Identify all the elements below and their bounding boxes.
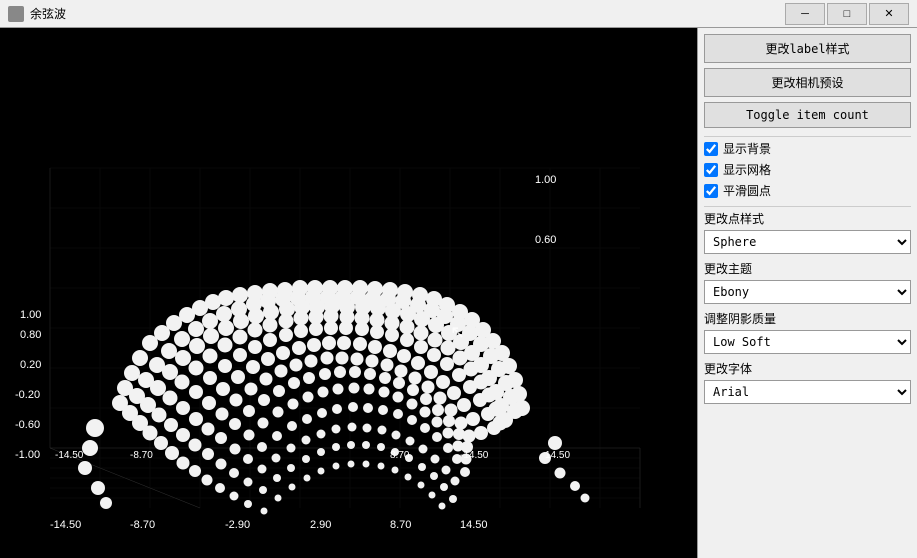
svg-text:1.00: 1.00 <box>20 309 41 321</box>
svg-text:8.70: 8.70 <box>390 450 410 461</box>
point-style-label: 更改点样式 <box>704 210 911 227</box>
svg-text:8.70: 8.70 <box>390 519 411 531</box>
divider-2 <box>704 206 911 207</box>
show-background-checkbox[interactable] <box>704 142 718 156</box>
svg-text:↖: ↖ <box>450 322 465 342</box>
svg-text:-2.90: -2.90 <box>225 519 250 531</box>
title-bar-left: 余弦波 <box>8 5 66 22</box>
svg-text:0.80: 0.80 <box>20 329 41 341</box>
divider-1 <box>704 136 911 137</box>
main-area: 1.00 0.60 1.00 0.80 0.20 -0.20 -0.60 -1.… <box>0 28 917 558</box>
svg-text:-0.20: -0.20 <box>15 389 40 401</box>
title-bar-controls: ─ □ ✕ <box>785 3 909 25</box>
point-style-select[interactable]: Sphere Box Circle <box>704 230 911 254</box>
font-select[interactable]: Arial Times New Roman Courier <box>704 380 911 404</box>
close-button[interactable]: ✕ <box>869 3 909 25</box>
shadow-quality-select[interactable]: Low Soft High Medium Off <box>704 330 911 354</box>
app-title: 余弦波 <box>30 5 66 22</box>
svg-text:-14.50: -14.50 <box>55 450 84 461</box>
app-icon <box>8 6 24 22</box>
theme-select[interactable]: Ebony Default Light <box>704 280 911 304</box>
change-camera-preset-button[interactable]: 更改相机预设 <box>704 68 911 97</box>
smooth-dot-checkbox[interactable] <box>704 184 718 198</box>
svg-text:-1.00: -1.00 <box>15 449 40 461</box>
font-label: 更改字体 <box>704 360 911 377</box>
toggle-item-count-button[interactable]: Toggle item count <box>704 102 911 128</box>
right-panel: 更改label样式 更改相机预设 Toggle item count 显示背景 … <box>697 28 917 558</box>
show-grid-checkbox[interactable] <box>704 163 718 177</box>
svg-text:0.20: 0.20 <box>20 359 41 371</box>
svg-text:2.90: 2.90 <box>310 519 331 531</box>
shadow-quality-label: 调整阴影质量 <box>704 310 911 327</box>
minimize-button[interactable]: ─ <box>785 3 825 25</box>
smooth-dot-label: 平滑圆点 <box>723 182 771 199</box>
svg-text:14.50: 14.50 <box>545 450 570 461</box>
svg-text:1.00: 1.00 <box>535 174 556 186</box>
maximize-button[interactable]: □ <box>827 3 867 25</box>
show-background-checkbox-row[interactable]: 显示背景 <box>704 140 911 157</box>
svg-text:-14.50: -14.50 <box>460 450 489 461</box>
change-label-style-button[interactable]: 更改label样式 <box>704 34 911 63</box>
show-background-label: 显示背景 <box>723 140 771 157</box>
svg-text:-0.60: -0.60 <box>15 419 40 431</box>
svg-text:14.50: 14.50 <box>460 519 488 531</box>
title-bar: 余弦波 ─ □ ✕ <box>0 0 917 28</box>
3d-scene: 1.00 0.60 1.00 0.80 0.20 -0.20 -0.60 -1.… <box>0 28 697 558</box>
show-grid-label: 显示网格 <box>723 161 771 178</box>
svg-text:-8.70: -8.70 <box>130 519 155 531</box>
svg-text:-14.50: -14.50 <box>50 519 81 531</box>
svg-text:0.60: 0.60 <box>535 234 556 246</box>
theme-label: 更改主题 <box>704 260 911 277</box>
svg-text:-8.70: -8.70 <box>130 450 153 461</box>
smooth-dot-checkbox-row[interactable]: 平滑圆点 <box>704 182 911 199</box>
show-grid-checkbox-row[interactable]: 显示网格 <box>704 161 911 178</box>
viewport[interactable]: 1.00 0.60 1.00 0.80 0.20 -0.20 -0.60 -1.… <box>0 28 697 558</box>
